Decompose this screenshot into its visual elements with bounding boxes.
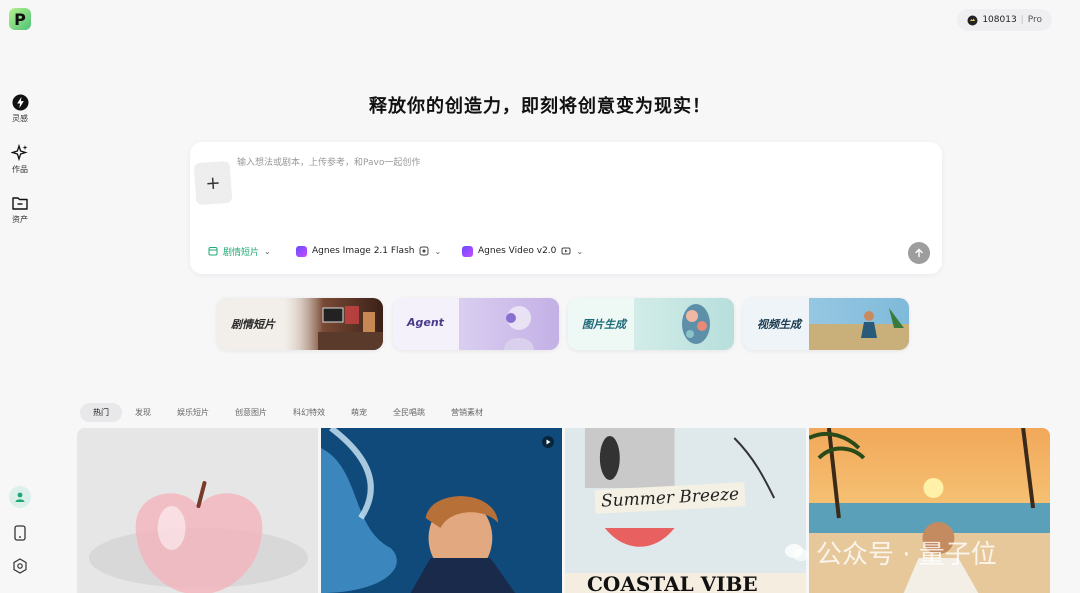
- chevron-down-icon: ⌄: [576, 246, 584, 256]
- feature-card-label: 剧情短片: [231, 318, 275, 331]
- chevron-down-icon: ⌄: [264, 246, 271, 256]
- feature-card-story-short[interactable]: 剧情短片: [217, 298, 383, 350]
- gallery-item-glass-apple[interactable]: [77, 428, 318, 593]
- sidebar-item-works[interactable]: 作品: [0, 144, 40, 175]
- tab-pets[interactable]: 萌宠: [338, 403, 380, 422]
- image-model-selector[interactable]: Agnes Image 2.1 Flash ⌄: [288, 240, 450, 262]
- tab-scifi-effects[interactable]: 科幻特效: [280, 403, 338, 422]
- folder-icon: [12, 197, 28, 210]
- coastal-vibe-title: COASTAL VIBE: [587, 572, 758, 593]
- runner-scene-illustration: [809, 298, 909, 350]
- image-settings-icon: [419, 246, 429, 256]
- tab-discover[interactable]: 发现: [122, 403, 164, 422]
- gallery-item-summer-breeze[interactable]: Summer Breeze COASTAL VIBE: [565, 428, 806, 593]
- plan-label: Pro: [1027, 15, 1042, 25]
- phone-icon: [14, 525, 26, 541]
- sidebar-item-label: 作品: [12, 165, 28, 174]
- category-tabs: 热门 发现 娱乐短片 创意图片 科幻特效 萌宠 全民唱跳 营销素材: [80, 403, 496, 422]
- tab-entertainment-shorts[interactable]: 娱乐短片: [164, 403, 222, 422]
- sidebar-item-assets[interactable]: 资产: [0, 194, 40, 225]
- mode-label: 剧情短片: [223, 247, 260, 258]
- feature-card-label: 图片生成: [582, 318, 626, 331]
- glass-apple-image: [77, 428, 318, 593]
- arrow-up-icon: [915, 248, 923, 258]
- upload-reference-button[interactable]: +: [193, 160, 233, 206]
- user-avatar-icon: [15, 492, 25, 502]
- coin-icon: [967, 15, 978, 25]
- tab-sing-dance[interactable]: 全民唱跳: [380, 403, 438, 422]
- coral-portrait-illustration: [634, 298, 734, 350]
- send-button[interactable]: [908, 242, 930, 264]
- credits-badge[interactable]: 108013 | Pro: [957, 9, 1052, 31]
- credits-divider: |: [1020, 15, 1024, 25]
- prompt-composer[interactable]: + 输入想法或剧本，上传参考，和Pavo一起创作 剧情短片 ⌄ Agnes Im…: [190, 142, 942, 274]
- mode-selector[interactable]: 剧情短片 ⌄: [200, 240, 279, 262]
- robot-headphones-illustration: [459, 298, 559, 350]
- feature-card-image-generation[interactable]: 图片生成: [568, 298, 734, 350]
- wechat-icon: [785, 543, 809, 561]
- settings-hex-icon: [13, 558, 27, 574]
- feature-card-label: 视频生成: [757, 318, 801, 331]
- prompt-input[interactable]: 输入想法或剧本，上传参考，和Pavo一起创作: [237, 155, 420, 168]
- video-model-label: Agnes Video v2.0: [478, 246, 557, 256]
- film-scene-illustration: [283, 298, 383, 350]
- video-settings-icon: [561, 247, 571, 255]
- watermark-text: 公众号 · 量子位: [816, 540, 997, 570]
- water-splash-image: [321, 428, 562, 593]
- video-model-selector[interactable]: Agnes Video v2.0 ⌄: [454, 240, 592, 262]
- chevron-down-icon: ⌄: [434, 246, 442, 256]
- calendar-icon: [208, 247, 218, 256]
- tab-marketing[interactable]: 营销素材: [438, 403, 496, 422]
- sidebar-item-label: 资产: [12, 215, 28, 224]
- agnes-logo-icon: [296, 245, 307, 257]
- plus-icon: +: [204, 171, 222, 195]
- tab-creative-images[interactable]: 创意图片: [222, 403, 280, 422]
- image-model-label: Agnes Image 2.1 Flash: [312, 246, 415, 256]
- mobile-app-button[interactable]: [9, 522, 31, 544]
- tab-hot[interactable]: 热门: [80, 403, 122, 422]
- play-icon: [542, 436, 554, 448]
- feature-card-label: Agent: [407, 316, 444, 329]
- sparkles-icon: [11, 144, 28, 162]
- user-avatar-button[interactable]: [9, 486, 31, 508]
- gallery-item-water-splash[interactable]: [321, 428, 562, 593]
- feature-card-video-generation[interactable]: 视频生成: [743, 298, 909, 350]
- agnes-logo-icon: [462, 245, 473, 257]
- logo-letter: P: [14, 9, 26, 29]
- page-title: 释放你的创造力，即刻将创意变为现实！: [369, 96, 711, 117]
- watermark: 公众号 · 量子位: [784, 534, 997, 571]
- sidebar: P 灵感 作品 资产: [0, 0, 40, 593]
- feature-card-agent[interactable]: Agent: [393, 298, 559, 350]
- credits-count: 108013: [982, 15, 1017, 25]
- app-logo[interactable]: P: [9, 8, 31, 30]
- settings-button[interactable]: [9, 555, 31, 577]
